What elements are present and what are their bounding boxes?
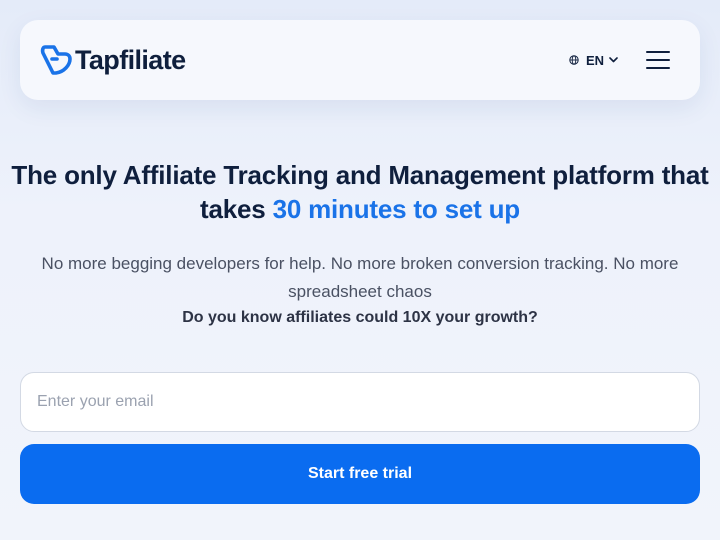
tapfiliate-logo-icon — [40, 45, 72, 75]
email-input[interactable] — [20, 372, 700, 432]
hero-heading-highlight: 30 minutes to set up — [272, 194, 521, 224]
top-navbar: Tapfiliate EN — [20, 20, 700, 100]
menu-bar-bottom — [646, 67, 670, 69]
menu-bar-top — [646, 51, 670, 53]
chevron-down-icon — [609, 57, 618, 63]
hamburger-menu-icon[interactable] — [644, 48, 672, 72]
language-label: EN — [586, 52, 605, 68]
hero-heading: The only Affiliate Tracking and Manageme… — [0, 158, 720, 226]
brand-logo-link[interactable]: Tapfiliate — [40, 44, 186, 76]
brand-name: Tapfiliate — [75, 45, 186, 75]
hero-question: Do you know affiliates could 10X your gr… — [182, 309, 538, 326]
menu-bar-middle — [646, 59, 670, 61]
start-free-trial-button[interactable]: Start free trial — [20, 444, 700, 504]
hero-subtitle: No more begging developers for help. No … — [41, 254, 679, 301]
globe-icon — [569, 55, 579, 65]
language-selector[interactable]: EN — [569, 51, 618, 69]
